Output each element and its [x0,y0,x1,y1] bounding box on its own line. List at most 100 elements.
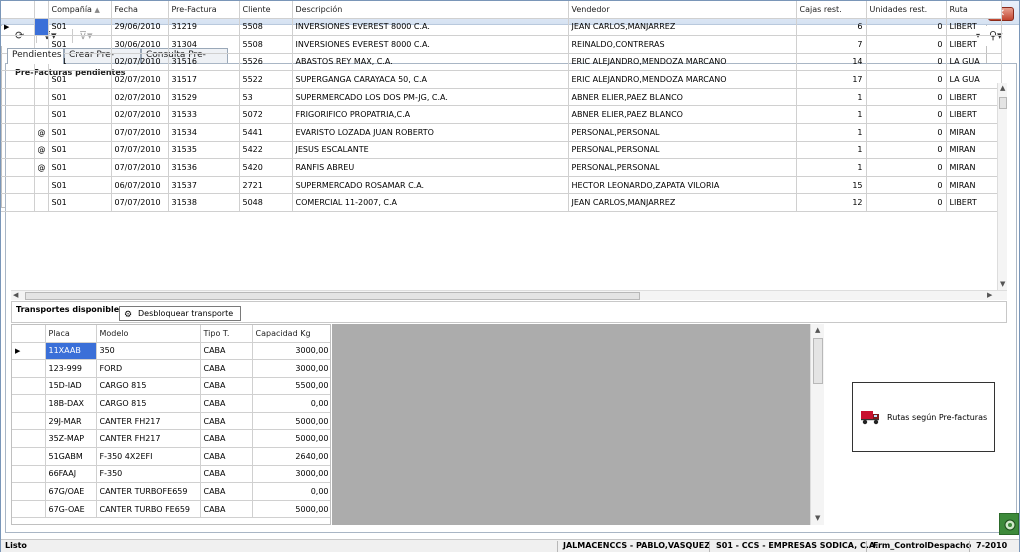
prefactura-row[interactable]: S01 06/07/2010 31537 2721 SUPERMERCADO ROSAM… [1,176,1002,195]
scroll-thumb[interactable] [813,338,823,384]
prefactura-row[interactable]: @ S01 07/07/2010 31535 5422 JESUS ESCALANTE PE… [1,141,1002,160]
prefactura-row[interactable]: ▶ S01 29/06/2010 31219 5508 INVERSIONES EVERE… [1,18,1002,37]
prefactura-row[interactable]: S01 30/06/2010 31304 5508 INVERSIONES EVERES… [1,35,1002,54]
compania-cell: S01 [48,105,112,125]
transporte-row[interactable]: 15D-IAD CARGO 815 CABA 5500,00 [12,377,330,396]
transporte-row[interactable]: ▶ 11XAAB 350 CABA 3000,00 [12,342,330,361]
row-selector[interactable] [1,193,35,213]
scroll-down-icon[interactable]: ▼ [815,514,820,522]
scroll-down-icon[interactable]: ▼ [1000,280,1005,288]
descripcion-cell: ABASTOS REY MAX, C.A. [292,53,569,72]
row-selector[interactable] [12,412,46,431]
tab-pendientes[interactable]: Pendientes [7,48,64,64]
unlock-transport-button[interactable]: ⚙ Desbloquear transporte [119,306,241,321]
row-selector[interactable] [12,359,46,378]
row-selector[interactable] [1,176,35,195]
column-header-prefactura[interactable]: Pre-Factura [168,1,240,19]
row-marker: @ [34,141,49,160]
row-selector[interactable]: ▶ [12,342,46,361]
row-selector[interactable] [12,377,46,396]
cliente-cell: 5422 [239,141,293,160]
modelo-cell: CANTER FH217 [96,429,201,449]
transportes-vertical-scrollbar[interactable]: ▲ ▼ [810,324,824,525]
capacidad-cell: 5500,00 [252,377,330,396]
marker-column-header [34,1,49,19]
column-header-tipo[interactable]: Tipo T. [200,325,253,343]
routes-by-prefactura-button[interactable]: Rutas según Pre-facturas [852,382,995,452]
prefactura-row[interactable]: @ S01 07/07/2010 31536 5420 RANFIS ABREU PERSO… [1,158,1002,177]
row-selector[interactable] [12,500,46,519]
transporte-row[interactable]: 67G/OAE CANTER TURBOFE659 CABA 0,00 [12,482,330,501]
cliente-cell: 53 [239,88,293,107]
row-header-corner [1,1,35,19]
row-selector[interactable] [12,465,46,484]
scroll-up-icon[interactable]: ▲ [1000,84,1005,92]
transporte-row[interactable]: 67G-OAE CANTER TURBO FE659 CABA 5000,00 [12,500,330,519]
transporte-row[interactable]: 123-999 FORD CABA 3000,00 [12,359,330,378]
row-selector[interactable] [1,105,35,125]
row-selector[interactable] [12,482,46,501]
row-selector[interactable] [12,394,46,413]
cajas-cell: 7 [796,35,867,54]
column-header-capacidad[interactable]: Capacidad Kg [252,325,330,343]
scroll-right-icon[interactable]: ▶ [987,291,992,299]
fecha-cell: 07/07/2010 [111,193,169,213]
prefactura-row[interactable]: S01 02/07/2010 31533 5072 FRIGORIFICO PROPAT… [1,105,1002,125]
unidades-cell: 0 [866,18,947,37]
column-header-ruta[interactable]: Ruta [946,1,1002,19]
fecha-cell: 02/07/2010 [111,53,169,72]
transporte-row[interactable]: 51GABM F-350 4X2EFI CABA 2640,00 [12,447,330,466]
row-selector[interactable] [1,70,35,89]
compania-cell: S01 [48,123,112,142]
tipo-cell: CABA [200,394,253,413]
row-selector[interactable] [12,429,46,449]
scroll-thumb[interactable] [999,97,1007,109]
prefacturas-horizontal-scrollbar[interactable]: ◀ ▶ [11,290,1007,300]
column-header-modelo[interactable]: Modelo [96,325,201,343]
transportes-grid[interactable]: Placa Modelo Tipo T. Capacidad Kg ▶ 11XAA… [11,324,331,525]
row-selector[interactable] [1,88,35,107]
column-header-fecha[interactable]: Fecha [111,1,169,19]
fecha-cell: 02/07/2010 [111,105,169,125]
settings-gear-icon[interactable] [999,513,1019,535]
scroll-up-icon[interactable]: ▲ [815,326,820,334]
row-selector[interactable] [12,447,46,466]
row-marker: @ [34,158,49,177]
scroll-left-icon[interactable]: ◀ [13,291,18,299]
transporte-row[interactable]: 18B-DAX CARGO 815 CABA 0,00 [12,394,330,413]
column-header-placa[interactable]: Placa [45,325,97,343]
placa-cell: 51GABM [45,447,97,466]
prefactura-row[interactable]: S0102/07/2010315165526ABASTOS REY MAX, C… [1,53,1002,72]
compania-cell: S01 [48,193,112,213]
prefacturas-grid[interactable]: Compañía ▲ Fecha Pre-Factura Cliente Des… [1,1,1002,213]
row-selector[interactable] [1,141,35,160]
fecha-cell: 29/06/2010 [111,18,169,37]
prefactura-row[interactable]: S01 02/07/2010 31529 53 SUPERMERCADO LOS DOS… [1,88,1002,107]
prefacturas-vertical-scrollbar[interactable]: ▲ ▼ [997,83,1007,290]
prefactura-row[interactable]: S01 07/07/2010 31538 5048 COMERCIAL 11-2007,… [1,193,1002,213]
tipo-cell: CABA [200,447,253,466]
column-header-cajas[interactable]: Cajas rest. [796,1,867,19]
cajas-cell: 6 [796,18,867,37]
transporte-row[interactable]: 35Z-MAP CANTER FH217 CABA 5000,00 [12,429,330,449]
column-header-vendedor[interactable]: Vendedor [568,1,797,19]
column-header-descripcion[interactable]: Descripción [292,1,569,19]
prefactura-cell: 31535 [168,141,240,160]
cajas-cell: 17 [796,70,867,89]
descripcion-cell: COMERCIAL 11-2007, C.A [292,193,569,213]
main-window: Control de Despacho ✕ ⟳ ⊽▾ ⊽▾ ▾ ⚲▾ Pendi… [0,0,1020,552]
tipo-cell: CABA [200,412,253,431]
prefactura-row[interactable]: @ S01 07/07/2010 31534 5441 EVARISTO LOZADA J… [1,123,1002,142]
transporte-row[interactable]: 66FAAJ F-350 CABA 3000,00 [12,465,330,484]
column-header-cliente[interactable]: Cliente [239,1,293,19]
row-selector[interactable] [1,158,35,177]
column-header-compania[interactable]: Compañía ▲ [48,1,112,19]
prefactura-cell: 31517 [168,70,240,89]
column-header-unidades[interactable]: Unidades rest. [866,1,947,19]
scroll-thumb[interactable] [25,292,640,300]
prefactura-row[interactable]: S01 02/07/2010 31517 5522 SUPERGANGA CARAYAC… [1,70,1002,89]
row-selector[interactable] [1,123,35,142]
modelo-cell: F-350 [96,465,201,484]
transporte-row[interactable]: 29J-MAR CANTER FH217 CABA 5000,00 [12,412,330,431]
row-selector[interactable]: ▶ [1,18,35,37]
